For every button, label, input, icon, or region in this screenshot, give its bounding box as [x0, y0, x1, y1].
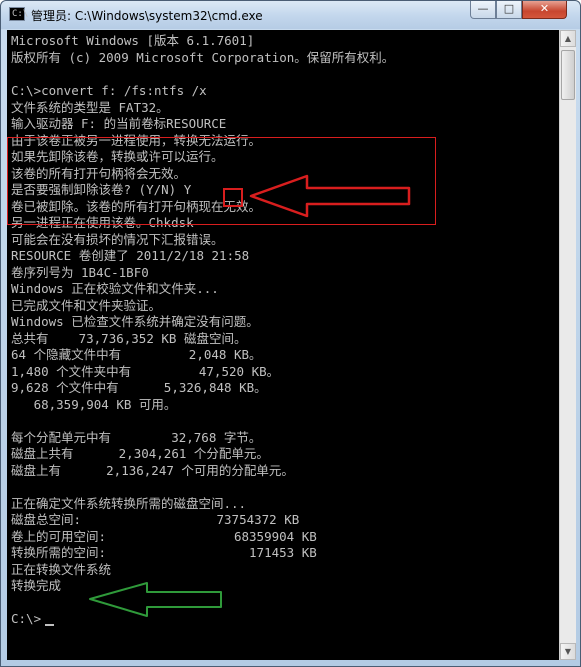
maximize-button[interactable]: □: [496, 1, 522, 19]
close-button[interactable]: ✕: [522, 1, 567, 19]
green-arrow-icon: [89, 582, 222, 617]
scroll-up-button[interactable]: ▲: [560, 30, 576, 47]
console-output[interactable]: Microsoft Windows [版本 6.1.7601] 版权所有 (c)…: [7, 30, 559, 660]
title-bar[interactable]: C:\ 管理员: C:\Windows\system32\cmd.exe — □…: [1, 1, 580, 29]
red-arrow-icon: [249, 174, 411, 218]
window-title: 管理员: C:\Windows\system32\cmd.exe: [31, 9, 263, 23]
minimize-button[interactable]: —: [470, 1, 496, 19]
vertical-scrollbar[interactable]: ▲ ▼: [559, 30, 576, 660]
scroll-down-button[interactable]: ▼: [560, 643, 576, 660]
cmd-app-icon-text: C:\: [12, 9, 29, 19]
cmd-app-icon[interactable]: C:\: [9, 7, 29, 21]
scroll-thumb[interactable]: [561, 50, 575, 100]
annotation-arrows: [89, 174, 411, 617]
cmd-window: C:\ 管理员: C:\Windows\system32\cmd.exe — □…: [0, 0, 581, 667]
